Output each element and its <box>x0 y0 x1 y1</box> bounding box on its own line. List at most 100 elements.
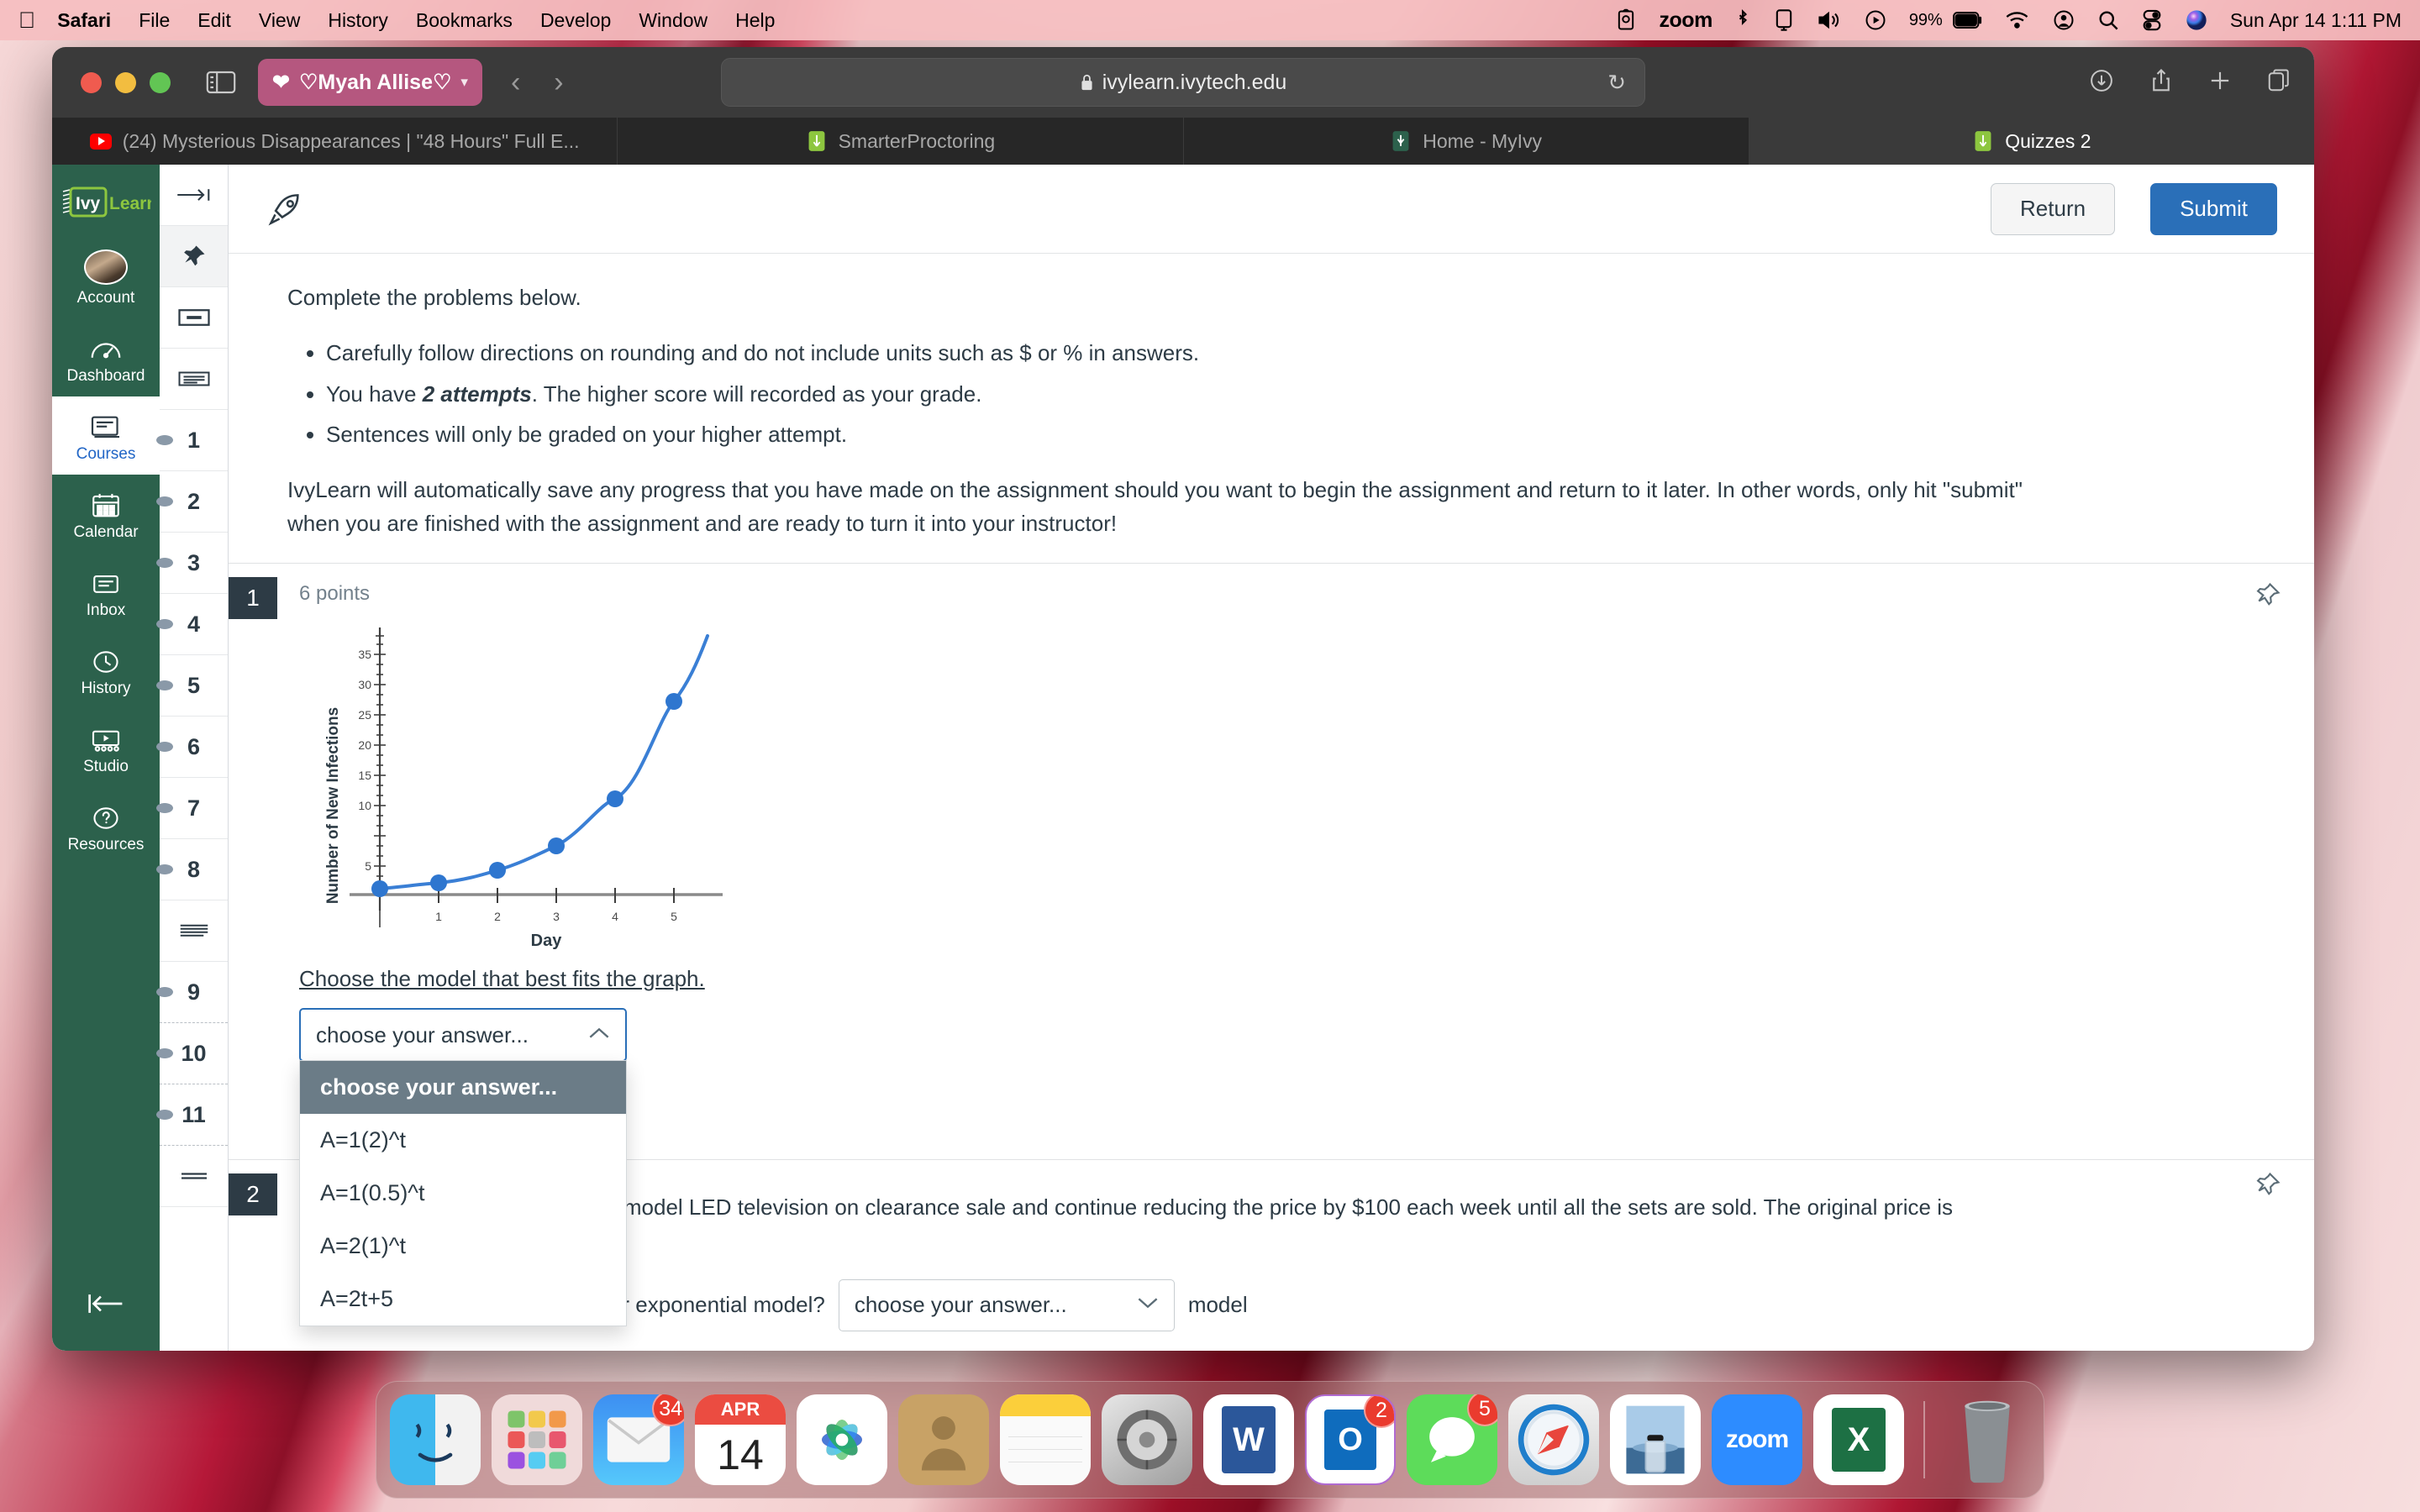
siri-icon[interactable] <box>2185 8 2208 32</box>
screenshot-icon[interactable] <box>1614 8 1638 32</box>
dock-item-trash[interactable] <box>1944 1394 2030 1485</box>
dropdown-trigger[interactable]: choose your answer... <box>838 1278 1175 1331</box>
sidebar-item-account[interactable]: Account <box>52 240 160 318</box>
chevron-down-icon[interactable] <box>1137 1295 1159 1315</box>
qnav-question-10[interactable]: 10 <box>156 1023 228 1084</box>
minimize-window-button[interactable] <box>115 71 136 93</box>
apple-logo-icon[interactable]:  <box>18 8 35 32</box>
chevron-down-icon[interactable]: ▾ <box>460 74 468 91</box>
menu-item-develop[interactable]: Develop <box>540 9 611 32</box>
qnav-text-block[interactable] <box>160 287 228 349</box>
pin-icon[interactable] <box>2255 1172 2281 1204</box>
spotlight-search-icon[interactable] <box>2097 9 2119 31</box>
dock-item-notes[interactable] <box>1000 1394 1091 1485</box>
menu-item-file[interactable]: File <box>139 9 170 32</box>
dock-item-word[interactable]: W <box>1203 1394 1294 1485</box>
sidebar-item-dashboard[interactable]: Dashboard <box>52 318 160 396</box>
menu-bar-clock[interactable]: Sun Apr 14 1:11 PM <box>2230 9 2402 32</box>
tab-youtube[interactable]: (24) Mysterious Disappearances | "48 Hou… <box>52 118 618 165</box>
reload-icon[interactable]: ↻ <box>1607 70 1626 96</box>
menu-item-bookmarks[interactable]: Bookmarks <box>416 9 513 32</box>
qnav-divider-lines[interactable] <box>160 1146 228 1207</box>
dock-item-safari[interactable] <box>1508 1394 1599 1485</box>
qnav-question-2[interactable]: 2 <box>156 471 228 533</box>
now-playing-icon[interactable] <box>1864 8 1887 32</box>
collapse-left-arrow-icon[interactable] <box>87 1291 125 1324</box>
search-input[interactable]: ivylearn.ivytech.edu ↻ <box>721 58 1645 107</box>
battery-icon[interactable] <box>1952 10 1983 30</box>
qnav-lines-block[interactable] <box>160 900 228 962</box>
qnav-pin[interactable] <box>160 226 228 287</box>
dropdown-option[interactable]: A=1(0.5)^t <box>300 1167 626 1220</box>
dock-item-preview[interactable] <box>1610 1394 1701 1485</box>
qnav-paragraph[interactable] <box>160 349 228 410</box>
menu-item-help[interactable]: Help <box>735 9 775 32</box>
control-center-icon[interactable] <box>2141 8 2163 32</box>
display-icon[interactable] <box>1773 8 1795 32</box>
dock-item-contacts[interactable] <box>898 1394 989 1485</box>
sidebar-toggle-icon[interactable] <box>206 70 236 95</box>
qnav-question-8[interactable]: 8 <box>156 839 228 900</box>
dropdown-option[interactable]: choose your answer... <box>300 1061 626 1115</box>
new-tab-icon[interactable] <box>2208 69 2232 97</box>
sidebar-item-calendar[interactable]: Calendar <box>52 475 160 553</box>
dropdown-option[interactable]: A=2t+5 <box>300 1273 626 1326</box>
tab-home-myivy[interactable]: Home - MyIvy <box>1184 118 1749 165</box>
tab-smarterproctoring[interactable]: SmarterProctoring <box>618 118 1184 165</box>
qnav-question-4[interactable]: 4 <box>156 594 228 655</box>
forward-chevron-icon[interactable]: › <box>554 66 563 99</box>
menu-item-window[interactable]: Window <box>639 9 708 32</box>
dock-item-photos[interactable] <box>797 1394 887 1485</box>
dock-item-messages[interactable]: 5 <box>1407 1394 1497 1485</box>
sidebar-item-courses[interactable]: Courses <box>52 396 160 475</box>
dock-item-excel[interactable]: X <box>1813 1394 1904 1485</box>
question-1-dropdown[interactable]: choose your answer... choose your answer… <box>299 1008 627 1327</box>
ivylearn-logo[interactable]: Ivy Learn <box>60 185 151 222</box>
dock-item-mail[interactable]: 34 <box>593 1394 684 1485</box>
sidebar-item-resources[interactable]: Resources <box>52 787 160 865</box>
tab-quizzes-2[interactable]: Quizzes 2 <box>1749 118 2314 165</box>
volume-icon[interactable] <box>1817 9 1842 31</box>
window-controls[interactable] <box>81 71 171 93</box>
menu-item-safari[interactable]: Safari <box>57 9 111 32</box>
dropdown-options-list[interactable]: choose your answer... A=1(2)^t A=1(0.5)^… <box>299 1060 627 1327</box>
maximize-window-button[interactable] <box>150 71 171 93</box>
dock-item-finder[interactable] <box>390 1394 481 1485</box>
chevron-up-icon[interactable] <box>588 1026 610 1045</box>
dropdown-trigger[interactable]: choose your answer... <box>299 1008 627 1063</box>
dock-item-launchpad[interactable] <box>492 1394 582 1485</box>
close-window-button[interactable] <box>81 71 102 93</box>
qnav-question-1[interactable]: 1 <box>156 410 228 471</box>
profile-chip[interactable]: ❤ ♡Myah Allise♡ ▾ <box>258 59 482 106</box>
return-button[interactable]: Return <box>1991 182 2116 235</box>
dropdown-option[interactable]: A=2(1)^t <box>300 1220 626 1273</box>
qnav-question-11[interactable]: 11 <box>156 1084 228 1146</box>
dock-item-outlook[interactable]: O 2 <box>1305 1394 1396 1485</box>
dropdown-option[interactable]: A=1(2)^t <box>300 1114 626 1167</box>
sidebar-item-studio[interactable]: Studio <box>52 709 160 787</box>
share-icon[interactable] <box>2149 68 2173 97</box>
quiz-scroll-area[interactable]: Complete the problems below. Carefully f… <box>229 254 2314 1351</box>
wifi-icon[interactable] <box>2005 10 2030 30</box>
menu-item-history[interactable]: History <box>328 9 388 32</box>
bluetooth-icon[interactable] <box>1734 8 1751 32</box>
sidebar-item-inbox[interactable]: Inbox <box>52 553 160 631</box>
qnav-question-7[interactable]: 7 <box>156 778 228 839</box>
qnav-question-5[interactable]: 5 <box>156 655 228 717</box>
qnav-question-9[interactable]: 9 <box>156 962 228 1023</box>
rocket-icon[interactable] <box>266 190 304 228</box>
dock-item-system-preferences[interactable] <box>1102 1394 1192 1485</box>
tab-overview-icon[interactable] <box>2267 68 2291 97</box>
dock-item-calendar[interactable]: APR 14 <box>695 1394 786 1485</box>
download-icon[interactable] <box>2089 68 2114 97</box>
dock-item-zoom[interactable]: zoom <box>1712 1394 1802 1485</box>
zoom-menu-item[interactable]: zoom <box>1660 8 1713 33</box>
submit-button[interactable]: Submit <box>2150 182 2277 235</box>
menu-item-edit[interactable]: Edit <box>197 9 231 32</box>
user-account-icon[interactable] <box>2052 8 2075 32</box>
question-2-part-a-dropdown[interactable]: choose your answer... <box>838 1278 1175 1331</box>
pin-icon[interactable] <box>2255 582 2281 614</box>
qnav-question-3[interactable]: 3 <box>156 533 228 594</box>
back-chevron-icon[interactable]: ‹ <box>511 66 520 99</box>
menu-item-view[interactable]: View <box>259 9 300 32</box>
